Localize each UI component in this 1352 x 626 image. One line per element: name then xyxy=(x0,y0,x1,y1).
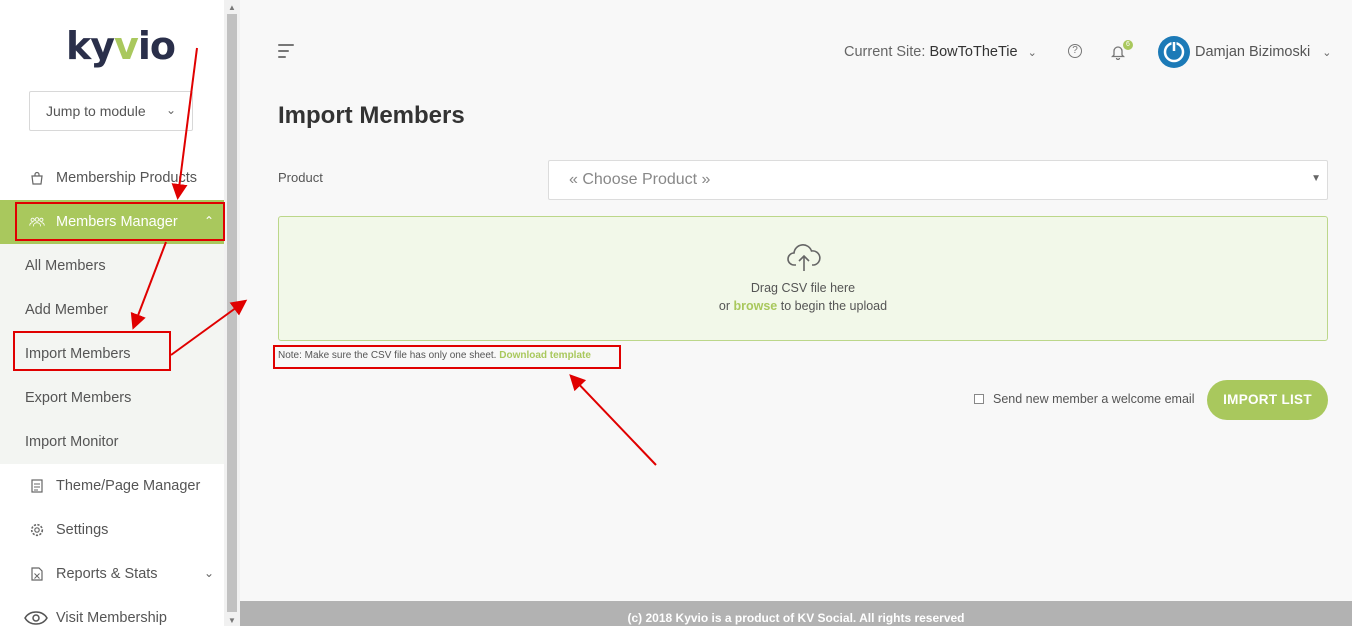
product-label: Product xyxy=(278,170,323,185)
notification-badge: 6 xyxy=(1123,40,1133,50)
jump-to-module-label: Jump to module xyxy=(46,103,146,119)
submenu-item-label: Import Monitor xyxy=(25,434,119,450)
spreadsheet-icon xyxy=(29,566,45,582)
annotation-box-import-members xyxy=(13,331,171,371)
user-name: Damjan Bizimoski xyxy=(1195,44,1311,60)
browse-instruction: or browse to begin the upload xyxy=(718,299,888,313)
sidebar-item-label: Membership Products xyxy=(56,170,198,186)
page-icon xyxy=(29,478,45,494)
welcome-email-label: Send new member a welcome email xyxy=(993,392,1195,406)
chevron-down-icon: ⌄ xyxy=(165,103,176,117)
sidebar-item-reports-stats[interactable]: Reports & Stats ⌄ xyxy=(0,552,224,596)
scrollbar-thumb[interactable] xyxy=(227,14,237,612)
current-site-selector[interactable]: Current Site: BowToTheTie ⌄ xyxy=(844,44,1037,60)
cloud-upload-icon xyxy=(786,241,822,273)
submenu-item-add-member[interactable]: Add Member xyxy=(25,288,108,332)
sidebar-item-label: Reports & Stats xyxy=(56,566,158,582)
sidebar-item-label: Theme/Page Manager xyxy=(56,478,201,494)
sidebar-item-settings[interactable]: Settings xyxy=(0,508,224,552)
sidebar-item-membership-products[interactable]: Membership Products xyxy=(0,156,224,200)
footer: (c) 2018 Kyvio is a product of KV Social… xyxy=(240,601,1352,626)
dropdown-arrow-icon: ▼ xyxy=(1311,173,1321,184)
menu-toggle-icon[interactable] xyxy=(278,44,294,60)
jump-to-module-select[interactable]: Jump to module ⌄ xyxy=(29,91,193,131)
gear-icon xyxy=(29,522,45,538)
sidebar-item-visit-membership[interactable]: Visit Membership xyxy=(0,596,224,626)
bag-icon xyxy=(29,170,45,186)
eye-icon xyxy=(24,610,48,626)
product-select-value: « Choose Product » xyxy=(569,171,711,188)
submenu-item-label: Add Member xyxy=(25,302,109,318)
current-site-name: BowToTheTie xyxy=(929,44,1018,60)
welcome-email-option[interactable]: Send new member a welcome email xyxy=(974,392,1194,406)
user-menu[interactable]: Damjan Bizimoski ⌄ xyxy=(1195,44,1331,60)
kyvio-logo[interactable]: kyvio xyxy=(66,24,176,68)
submenu-item-label: All Members xyxy=(25,258,106,274)
scroll-up-arrow-icon[interactable]: ▲ xyxy=(228,3,236,12)
current-site-label: Current Site: xyxy=(844,44,926,60)
chevron-down-icon: ⌄ xyxy=(1322,47,1332,59)
browse-link[interactable]: browse xyxy=(734,299,778,313)
annotation-box-download-template xyxy=(273,345,621,369)
welcome-email-checkbox[interactable] xyxy=(974,394,984,404)
sidebar-item-label: Visit Membership xyxy=(56,610,167,626)
avatar[interactable] xyxy=(1158,36,1190,68)
drag-instruction: Drag CSV file here xyxy=(750,281,856,295)
import-list-button[interactable]: IMPORT LIST xyxy=(1207,380,1328,420)
submenu-item-all-members[interactable]: All Members xyxy=(25,244,106,288)
submenu-item-export-members[interactable]: Export Members xyxy=(25,376,131,420)
sidebar-item-label: Settings xyxy=(56,522,109,538)
sidebar: kyvio Jump to module ⌄ Membership Produc… xyxy=(0,0,224,626)
help-icon[interactable]: ? xyxy=(1068,44,1082,58)
scroll-down-arrow-icon[interactable]: ▼ xyxy=(228,616,236,625)
chevron-down-icon: ⌄ xyxy=(1027,47,1037,59)
product-select[interactable]: « Choose Product » ▼ xyxy=(548,160,1328,200)
sidebar-item-theme-page-manager[interactable]: Theme/Page Manager xyxy=(0,464,224,508)
annotation-box-members-manager xyxy=(15,202,225,241)
csv-dropzone[interactable]: Drag CSV file here or browse to begin th… xyxy=(278,216,1328,341)
chevron-down-icon: ⌄ xyxy=(203,566,214,580)
submenu-item-label: Export Members xyxy=(25,390,132,406)
submenu-item-import-monitor[interactable]: Import Monitor xyxy=(25,420,118,464)
page-title: Import Members xyxy=(278,102,465,129)
